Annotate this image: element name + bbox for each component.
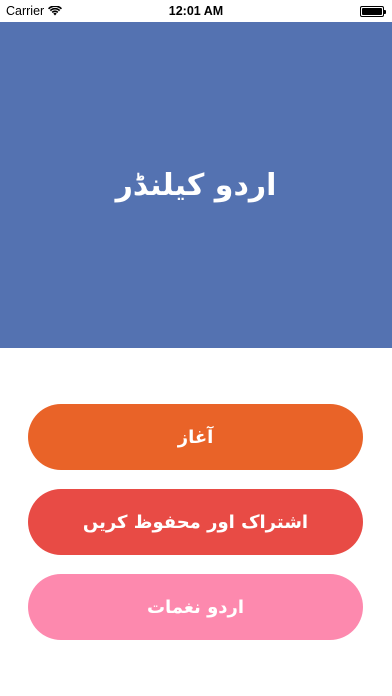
start-button[interactable]: آغاز [28,404,363,470]
share-and-save-button[interactable]: اشتراک اور محفوظ کریں [28,489,363,555]
urdu-songs-button[interactable]: اردو نغمات [28,574,363,640]
app-header: اردو کیلنڈر [0,22,392,348]
status-time: 12:01 AM [168,4,224,18]
battery-icon [360,6,386,17]
app-title: اردو کیلنڈر [115,167,277,203]
battery-fill [362,8,382,15]
status-bar: Carrier 12:01 AM [0,0,392,22]
